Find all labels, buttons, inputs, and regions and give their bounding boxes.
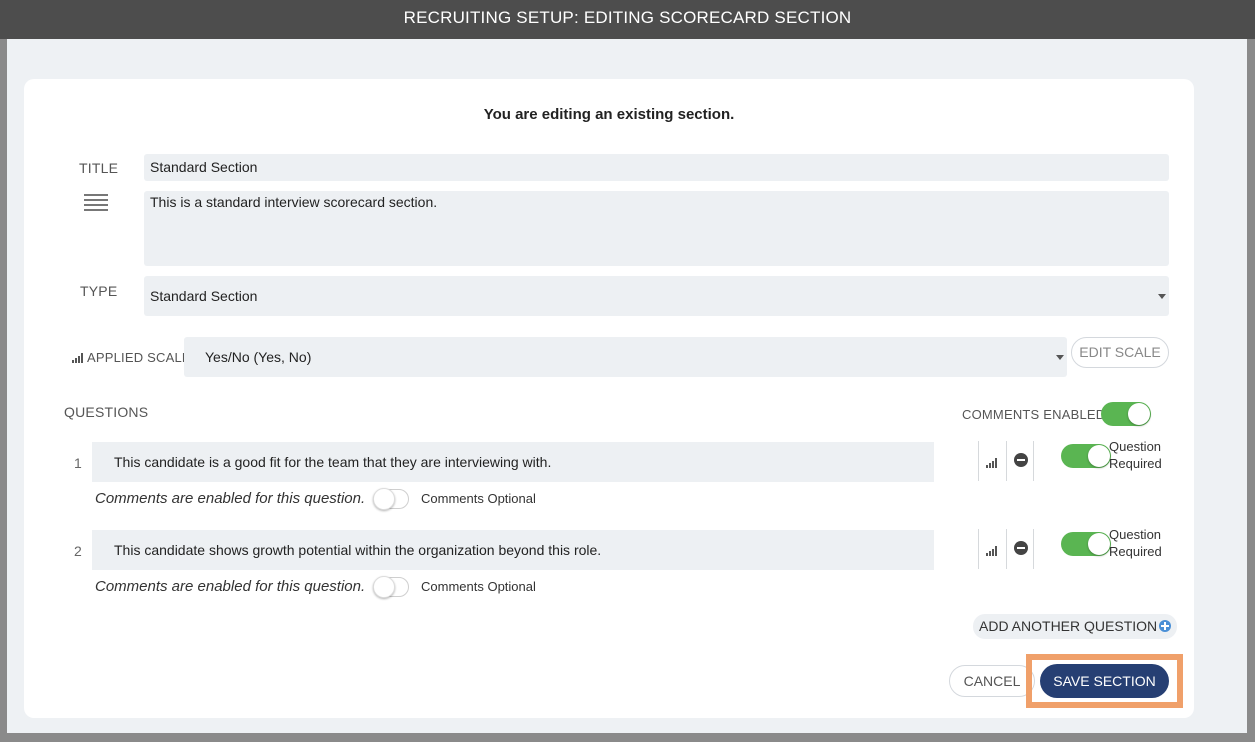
window-title: RECRUITING SETUP: EDITING SCORECARD SECT… xyxy=(0,0,1255,39)
question-required-label: Question Required xyxy=(1109,439,1162,471)
dropdown-caret-icon xyxy=(1056,355,1064,360)
question-required-toggle[interactable] xyxy=(1061,532,1111,556)
plus-circle-icon xyxy=(1159,619,1172,632)
hamburger-icon xyxy=(84,194,108,214)
comment-note: Comments are enabled for this question. xyxy=(95,490,366,507)
editing-notice: You are editing an existing section. xyxy=(483,106,735,123)
applied-scale-select[interactable]: Yes/No (Yes, No) xyxy=(184,337,1067,377)
edit-scale-button[interactable]: EDIT SCALE xyxy=(1071,337,1169,368)
applied-scale-label: APPLIED SCALE xyxy=(87,350,191,365)
comments-optional-toggle[interactable] xyxy=(373,488,409,510)
comments-optional-label: Comments Optional xyxy=(421,579,536,594)
comments-enabled-label: COMMENTS ENABLED xyxy=(962,407,1106,422)
comment-note: Comments are enabled for this question. xyxy=(95,578,366,595)
scale-bars-icon[interactable] xyxy=(986,543,997,561)
title-label: TITLE xyxy=(79,160,119,176)
type-label: TYPE xyxy=(80,283,118,299)
question-actions xyxy=(978,441,1034,481)
question-actions xyxy=(978,529,1034,569)
scale-bars-icon xyxy=(72,350,83,368)
dropdown-caret-icon xyxy=(1158,294,1166,299)
save-section-button[interactable]: SAVE SECTION xyxy=(1040,664,1169,698)
description-textarea[interactable]: This is a standard interview scorecard s… xyxy=(144,191,1169,266)
add-question-button[interactable]: ADD ANOTHER QUESTION xyxy=(973,614,1178,639)
scale-bars-icon[interactable] xyxy=(986,455,997,473)
cancel-button[interactable]: CANCEL xyxy=(949,665,1035,697)
question-number: 1 xyxy=(74,455,82,471)
comments-optional-toggle[interactable] xyxy=(373,576,409,598)
questions-heading: QUESTIONS xyxy=(64,404,149,420)
comments-enabled-toggle[interactable] xyxy=(1101,402,1151,426)
add-question-label: ADD ANOTHER QUESTION xyxy=(979,618,1158,634)
question-text-input[interactable]: This candidate is a good fit for the tea… xyxy=(92,442,934,482)
title-input[interactable]: Standard Section xyxy=(144,154,1169,181)
remove-icon[interactable] xyxy=(1014,541,1028,555)
question-required-label: Question Required xyxy=(1109,527,1162,559)
question-text-input[interactable]: This candidate shows growth potential wi… xyxy=(92,530,934,570)
comments-optional-label: Comments Optional xyxy=(421,491,536,506)
remove-icon[interactable] xyxy=(1014,453,1028,467)
type-select[interactable]: Standard Section xyxy=(144,276,1169,316)
question-required-toggle[interactable] xyxy=(1061,444,1111,468)
question-number: 2 xyxy=(74,543,82,559)
